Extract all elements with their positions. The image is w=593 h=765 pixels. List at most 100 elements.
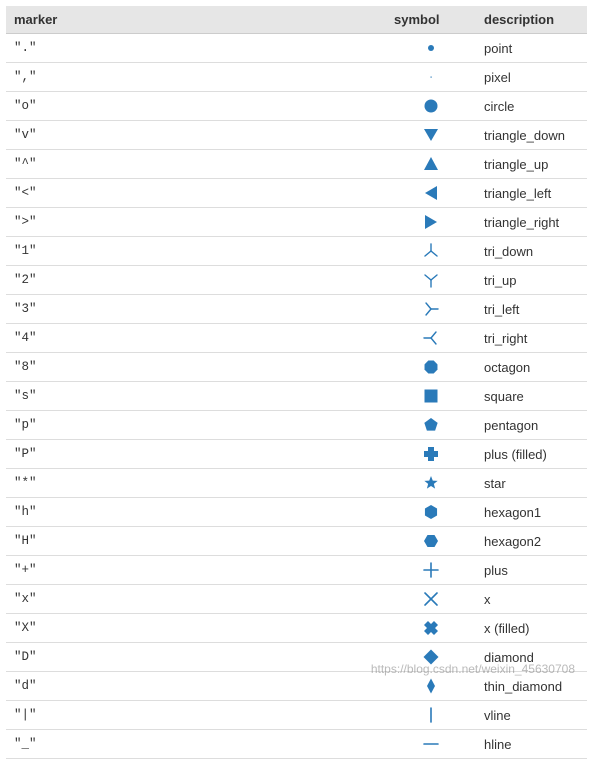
description-cell: triangle_down [476, 121, 587, 150]
symbol-cell [386, 498, 476, 527]
symbol-cell [386, 527, 476, 556]
marker-cell: "." [6, 34, 386, 63]
description-cell: triangle_left [476, 179, 587, 208]
square-icon [422, 387, 440, 402]
description-cell: square [476, 382, 587, 411]
description-cell: diamond [476, 643, 587, 672]
symbol-cell [386, 353, 476, 382]
thin-diamond-icon [422, 677, 440, 692]
marker-cell: "d" [6, 672, 386, 701]
symbol-cell [386, 150, 476, 179]
table-row: ","pixel [6, 63, 587, 92]
marker-cell: "h" [6, 498, 386, 527]
table-row: "^" triangle_up [6, 150, 587, 179]
markers-table: marker symbol description "." point","pix… [6, 6, 587, 759]
table-row: "2" tri_up [6, 266, 587, 295]
marker-cell: "," [6, 63, 386, 92]
vline-icon [422, 706, 440, 721]
marker-cell: ">" [6, 208, 386, 237]
description-cell: plus [476, 556, 587, 585]
symbol-cell [386, 672, 476, 701]
table-row: ">" triangle_right [6, 208, 587, 237]
symbol-cell [386, 440, 476, 469]
x-icon [422, 590, 440, 605]
description-cell: tri_up [476, 266, 587, 295]
marker-cell: "o" [6, 92, 386, 121]
description-cell: thin_diamond [476, 672, 587, 701]
plus-filled-icon [422, 445, 440, 460]
table-row: "8"octagon [6, 353, 587, 382]
symbol-cell [386, 556, 476, 585]
table-row: "d" thin_diamond [6, 672, 587, 701]
symbol-cell [386, 121, 476, 150]
table-row: "." point [6, 34, 587, 63]
marker-cell: "+" [6, 556, 386, 585]
table-row: "v"triangle_down [6, 121, 587, 150]
marker-cell: "x" [6, 585, 386, 614]
marker-cell: "s" [6, 382, 386, 411]
point-icon [422, 39, 440, 54]
table-row: "X" x (filled) [6, 614, 587, 643]
symbol-cell [386, 179, 476, 208]
tri-up-icon [422, 271, 440, 286]
description-cell: triangle_up [476, 150, 587, 179]
table-body: "." point","pixel"o" circle"v"triangle_dow… [6, 34, 587, 759]
description-cell: point [476, 34, 587, 63]
table-row: "o" circle [6, 92, 587, 121]
table-row: "<" triangle_left [6, 179, 587, 208]
table-header-row: marker symbol description [6, 6, 587, 34]
marker-cell: "^" [6, 150, 386, 179]
marker-cell: "2" [6, 266, 386, 295]
marker-cell: "X" [6, 614, 386, 643]
description-cell: hline [476, 730, 587, 759]
description-cell: tri_left [476, 295, 587, 324]
table-row: "1" tri_down [6, 237, 587, 266]
marker-cell: "P" [6, 440, 386, 469]
hexagon1-icon [422, 503, 440, 518]
triangle-up-icon [422, 155, 440, 170]
description-cell: circle [476, 92, 587, 121]
description-cell: triangle_right [476, 208, 587, 237]
description-cell: star [476, 469, 587, 498]
symbol-cell [386, 382, 476, 411]
table-row: "s" square [6, 382, 587, 411]
description-cell: tri_right [476, 324, 587, 353]
triangle-right-icon [422, 213, 440, 228]
plus-icon [422, 561, 440, 576]
symbol-cell [386, 92, 476, 121]
symbol-cell [386, 237, 476, 266]
table-row: "p"pentagon [6, 411, 587, 440]
symbol-cell [386, 469, 476, 498]
marker-cell: "*" [6, 469, 386, 498]
marker-cell: "1" [6, 237, 386, 266]
octagon-icon [422, 358, 440, 373]
symbol-cell [386, 585, 476, 614]
description-cell: x (filled) [476, 614, 587, 643]
circle-icon [422, 97, 440, 112]
table-row: "_" hline [6, 730, 587, 759]
description-cell: hexagon1 [476, 498, 587, 527]
symbol-cell [386, 701, 476, 730]
description-cell: pentagon [476, 411, 587, 440]
symbol-cell [386, 730, 476, 759]
pixel-icon [422, 68, 440, 83]
symbol-cell [386, 34, 476, 63]
marker-cell: "4" [6, 324, 386, 353]
table-row: "|"vline [6, 701, 587, 730]
description-cell: x [476, 585, 587, 614]
diamond-icon [422, 648, 440, 663]
description-cell: vline [476, 701, 587, 730]
table-row: "D"diamond [6, 643, 587, 672]
symbol-cell [386, 614, 476, 643]
symbol-cell [386, 324, 476, 353]
table-row: "+" plus [6, 556, 587, 585]
table-row: "x" x [6, 585, 587, 614]
marker-cell: "_" [6, 730, 386, 759]
table-row: "4" tri_right [6, 324, 587, 353]
symbol-cell [386, 411, 476, 440]
symbol-cell [386, 643, 476, 672]
table-row: "H"hexagon2 [6, 527, 587, 556]
marker-cell: "<" [6, 179, 386, 208]
description-cell: tri_down [476, 237, 587, 266]
table-row: "h" hexagon1 [6, 498, 587, 527]
